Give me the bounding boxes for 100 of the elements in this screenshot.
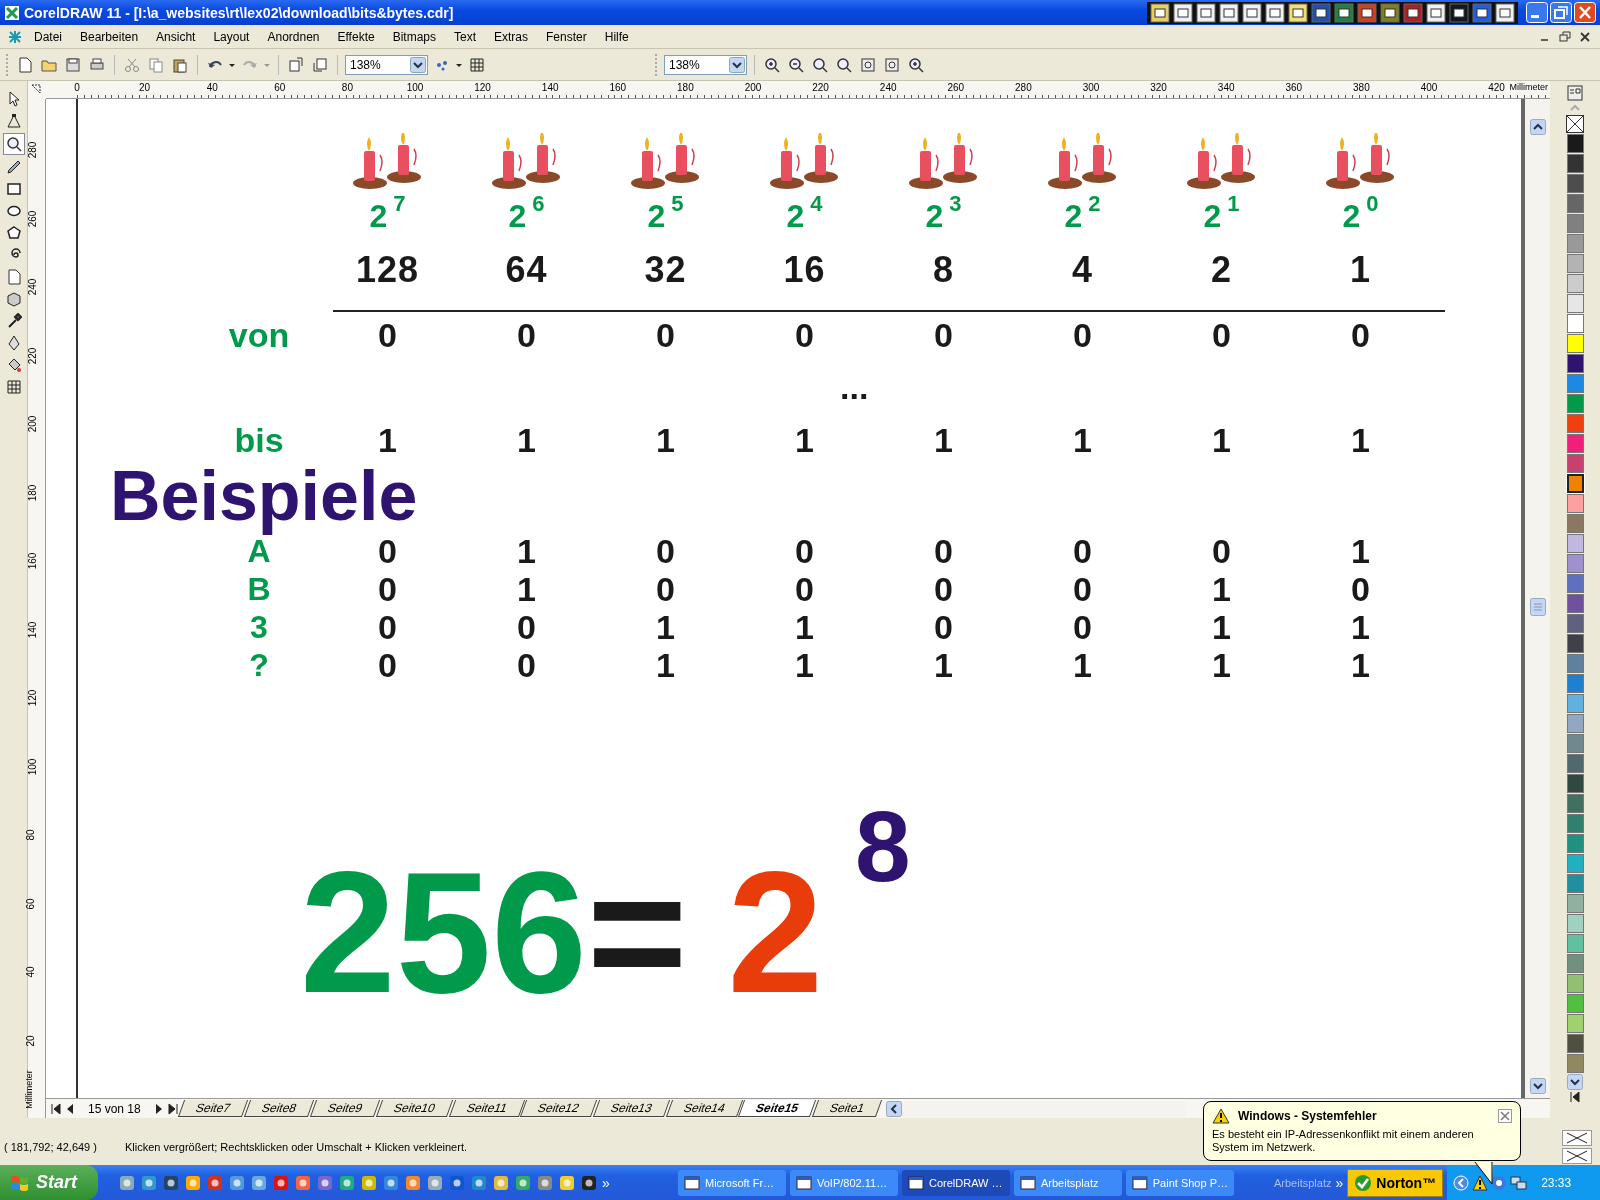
app-icon[interactable] (294, 1173, 312, 1192)
color-swatch[interactable] (1566, 674, 1584, 693)
color-swatch[interactable] (1566, 454, 1584, 473)
app-icon[interactable] (250, 1173, 268, 1192)
shortcut-icon[interactable] (1472, 2, 1492, 23)
import-icon[interactable] (286, 54, 306, 75)
color-swatch[interactable] (1566, 954, 1584, 973)
app-icon[interactable] (206, 1173, 224, 1192)
scroll-down-icon[interactable] (1529, 1078, 1546, 1094)
page-tab[interactable]: Seite8 (243, 1100, 314, 1117)
color-swatch[interactable] (1566, 494, 1584, 513)
color-swatch[interactable] (1566, 214, 1584, 233)
page-tab[interactable]: Seite9 (309, 1100, 380, 1117)
menu-item[interactable]: Hilfe (598, 29, 635, 44)
shortcut-icon[interactable] (1403, 2, 1423, 23)
color-swatch[interactable] (1566, 994, 1584, 1013)
color-swatch[interactable] (1566, 134, 1584, 153)
no-color-swatch[interactable] (1566, 115, 1584, 133)
color-swatch[interactable] (1566, 294, 1584, 313)
color-swatch[interactable] (1566, 914, 1584, 933)
page-tab[interactable]: Seite1 (812, 1100, 883, 1117)
page-tab[interactable]: Seite15 (738, 1100, 817, 1117)
color-swatch[interactable] (1566, 874, 1584, 893)
shortcut-icon[interactable] (1173, 2, 1193, 23)
close-icon[interactable] (1498, 1109, 1512, 1123)
color-swatch[interactable] (1566, 794, 1584, 813)
norton-button[interactable]: Norton™ (1347, 1168, 1444, 1197)
shortcut-icon[interactable] (1196, 2, 1216, 23)
menu-item[interactable]: Text (448, 29, 482, 44)
app-icon[interactable] (360, 1173, 378, 1192)
app-icon[interactable] (338, 1173, 356, 1192)
menu-item[interactable]: Layout (207, 29, 256, 44)
app-icon[interactable] (404, 1173, 422, 1192)
scroll-down-icon[interactable] (1567, 1074, 1583, 1090)
color-swatch[interactable] (1566, 934, 1584, 953)
palette-menu-icon[interactable] (1567, 85, 1583, 101)
shortcut-icon[interactable] (1219, 2, 1239, 23)
app-icon[interactable] (316, 1173, 334, 1192)
zoom-dropdown[interactable]: 138% (345, 54, 428, 75)
color-swatch[interactable] (1566, 694, 1584, 713)
color-swatch[interactable] (1566, 734, 1584, 753)
menu-item[interactable]: Datei (28, 29, 68, 44)
color-swatch[interactable] (1566, 374, 1584, 393)
app-icon[interactable] (184, 1173, 202, 1192)
color-swatch[interactable] (1566, 414, 1584, 433)
app-icon[interactable] (272, 1173, 290, 1192)
vertical-scrollbar[interactable] (1525, 99, 1550, 1098)
color-swatch[interactable] (1566, 154, 1584, 173)
color-swatch[interactable] (1566, 1014, 1584, 1033)
color-swatch[interactable] (1566, 554, 1584, 573)
shortcut-icon[interactable] (1311, 2, 1331, 23)
menu-item[interactable]: Fenster (540, 29, 593, 44)
more-button[interactable]: » (1335, 1174, 1344, 1191)
last-page-icon[interactable] (166, 1101, 179, 1116)
color-swatch[interactable] (1566, 474, 1584, 493)
menu-item[interactable]: Bitmaps (386, 29, 442, 44)
close-icon[interactable] (1578, 29, 1592, 44)
app-icon[interactable] (118, 1173, 136, 1192)
more-button[interactable]: » (602, 1174, 610, 1191)
color-swatch[interactable] (1566, 654, 1584, 673)
scroll-up-icon[interactable] (1529, 119, 1546, 135)
taskbar-button[interactable]: CorelDRAW … (902, 1169, 1010, 1196)
color-swatch[interactable] (1566, 534, 1584, 553)
app-icon[interactable] (492, 1173, 510, 1192)
color-swatch[interactable] (1566, 854, 1584, 873)
page-tab[interactable]: Seite12 (520, 1100, 598, 1117)
color-swatch[interactable] (1566, 974, 1584, 993)
shortcut-icon[interactable] (1380, 2, 1400, 23)
restore-icon[interactable] (1558, 29, 1572, 44)
app-icon[interactable] (580, 1173, 598, 1192)
shortcut-icon[interactable] (1426, 2, 1446, 23)
color-swatch[interactable] (1566, 234, 1584, 253)
first-page-icon[interactable] (50, 1101, 62, 1116)
menu-item[interactable]: Ansicht (150, 29, 202, 44)
color-swatch[interactable] (1566, 254, 1584, 273)
color-swatch[interactable] (1566, 594, 1584, 613)
app-icon[interactable] (426, 1173, 444, 1192)
color-swatch[interactable] (1566, 574, 1584, 593)
color-swatch[interactable] (1566, 814, 1584, 833)
app-icon[interactable] (558, 1173, 576, 1192)
maximize-icon[interactable] (1550, 2, 1572, 23)
shortcut-icon[interactable] (1150, 2, 1170, 23)
color-swatch[interactable] (1566, 774, 1584, 793)
shortcut-icon[interactable] (1288, 2, 1308, 23)
app-icon[interactable] (470, 1173, 488, 1192)
page-tab[interactable]: Seite14 (665, 1100, 743, 1117)
page-tab[interactable]: Seite11 (448, 1100, 525, 1117)
expand-icon[interactable] (1569, 1091, 1581, 1103)
minimize-icon[interactable] (1526, 2, 1548, 23)
color-swatch[interactable] (1566, 634, 1584, 653)
globe-icon[interactable] (1491, 1174, 1508, 1191)
color-swatch[interactable] (1566, 334, 1584, 353)
app-icon[interactable] (448, 1173, 466, 1192)
app-icon[interactable] (382, 1173, 400, 1192)
color-swatch[interactable] (1566, 894, 1584, 913)
color-swatch[interactable] (1566, 194, 1584, 213)
color-swatch[interactable] (1566, 1034, 1584, 1053)
color-swatch[interactable] (1566, 714, 1584, 733)
app-icon[interactable] (228, 1173, 246, 1192)
shortcut-icon[interactable] (1495, 2, 1515, 23)
